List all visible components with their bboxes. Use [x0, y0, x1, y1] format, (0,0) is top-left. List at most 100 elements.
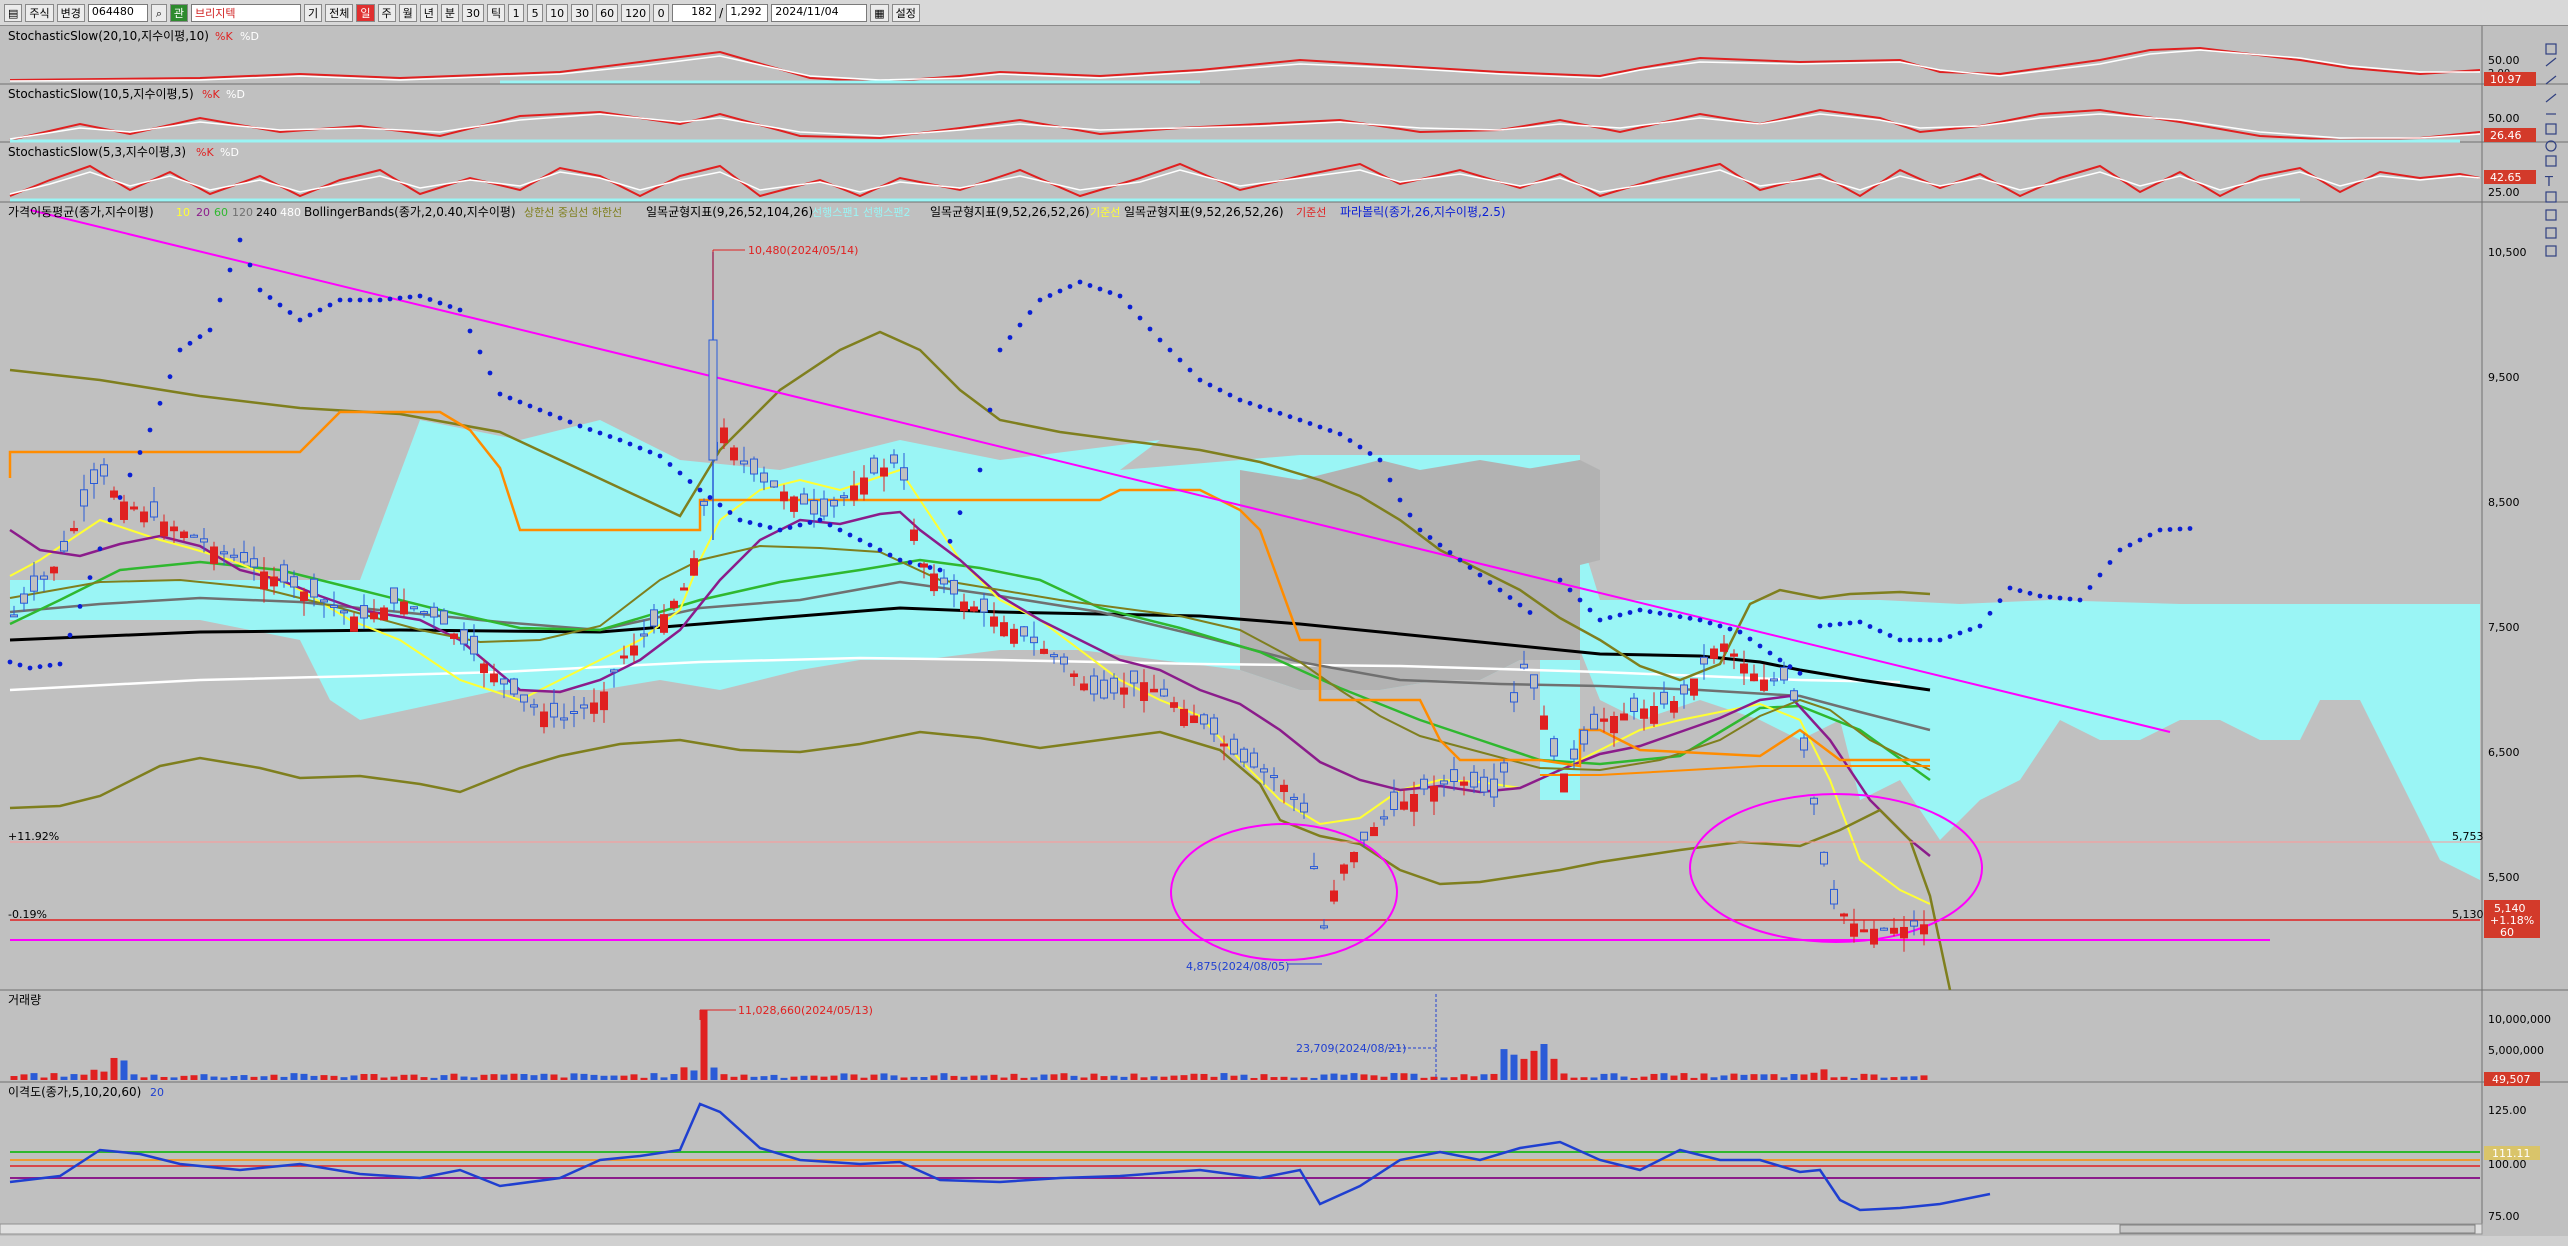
psar-dot	[1607, 615, 1613, 620]
item-info-button[interactable]: 기	[304, 3, 323, 22]
period-year-button[interactable]: 년	[419, 3, 438, 22]
psar-dot	[1867, 624, 1873, 629]
psar-dot	[1217, 387, 1223, 393]
toolbar-menu-button[interactable]: ▤	[4, 3, 23, 22]
stoch2-k-label: %K	[202, 88, 220, 101]
interval-10-button[interactable]: 10	[546, 3, 569, 22]
volume-bar	[770, 1074, 778, 1080]
volume-bar	[80, 1074, 88, 1080]
volume-bar	[660, 1077, 668, 1080]
stock-name-field[interactable]: 브리지텍	[191, 3, 302, 22]
date-input[interactable]: 2024/11/04	[771, 3, 868, 22]
volume-bar	[1770, 1074, 1778, 1080]
volume-bar	[1380, 1076, 1388, 1080]
psar-dot	[1277, 410, 1283, 416]
stock-chart-canvas[interactable]: StochasticSlow(20,10,지수이평,10) %K %D 50.0…	[0, 26, 2568, 1246]
psar-dot	[117, 495, 123, 500]
volume-bar	[1530, 1050, 1538, 1080]
stoch2-tick-1: 50.00	[2488, 112, 2520, 125]
volume-bar	[980, 1075, 988, 1080]
horizontal-scrollbar[interactable]	[0, 1223, 2483, 1235]
psar-dot	[527, 403, 533, 409]
calendar-icon[interactable]: ▦	[870, 3, 889, 22]
volume-bar	[600, 1075, 608, 1080]
price-legend-ichi2-line: 기준선	[1090, 206, 1120, 219]
stoch3-tick-1: 25.00	[2488, 186, 2520, 199]
scrollbar-thumb[interactable]	[2119, 1224, 2476, 1234]
psar-dot	[1267, 407, 1273, 413]
search-icon[interactable]: ⌕	[150, 3, 167, 22]
volume-bar	[1830, 1077, 1838, 1080]
period-tick-button[interactable]: 틱	[487, 3, 506, 22]
psar-dot	[2017, 588, 2023, 594]
interval-1-button[interactable]: 1	[508, 3, 525, 22]
psar-dot	[1777, 657, 1783, 663]
psar-dot	[297, 317, 303, 323]
interval-5-button[interactable]: 5	[527, 3, 544, 22]
volume-bar	[1490, 1073, 1498, 1080]
psar-dot	[1577, 597, 1583, 603]
volume-bar	[700, 1010, 708, 1080]
volume-bar	[270, 1074, 278, 1080]
volume-bar	[960, 1076, 968, 1080]
volume-bar	[1150, 1076, 1158, 1080]
period-30-button[interactable]: 30	[462, 3, 485, 22]
volume-bar	[1650, 1073, 1658, 1080]
psar-dot	[247, 262, 253, 268]
volume-bar	[1710, 1077, 1718, 1080]
volume-bar	[720, 1074, 728, 1080]
volume-bar	[50, 1073, 58, 1080]
period-month-button[interactable]: 월	[398, 3, 417, 22]
psar-dot	[1937, 637, 1943, 643]
period-day-button[interactable]: 일	[356, 3, 375, 22]
psar-dot	[777, 527, 783, 533]
price-candle	[510, 677, 518, 697]
interval-60-button[interactable]: 60	[596, 3, 619, 22]
psar-dot	[1437, 542, 1443, 548]
psar-dot	[417, 293, 423, 299]
settings-button[interactable]: 설정	[891, 3, 920, 22]
volume-bar	[350, 1075, 358, 1080]
volume-bar	[550, 1074, 558, 1080]
volume-bar	[790, 1076, 798, 1080]
disparity-period: 20	[150, 1086, 164, 1099]
period-week-button[interactable]: 주	[377, 3, 396, 22]
stock-code-input[interactable]: 064480	[87, 3, 148, 22]
count-input[interactable]: 182	[672, 3, 717, 22]
volume-bar	[1070, 1075, 1078, 1080]
market-select[interactable]: 주식	[25, 3, 54, 22]
price-legend-ichi3-line: 기준선	[1296, 206, 1326, 219]
psar-dot	[347, 297, 353, 303]
all-button[interactable]: 전체	[325, 3, 354, 22]
interval-30-button[interactable]: 30	[571, 3, 594, 22]
last-diff-badge: 60	[2500, 926, 2514, 939]
volume-bar	[1000, 1077, 1008, 1080]
psar-dot	[1067, 284, 1073, 289]
psar-dot	[2087, 585, 2093, 590]
volume-bar	[1040, 1074, 1048, 1080]
psar-dot	[1037, 297, 1043, 303]
total-count-field: 1,292	[726, 3, 769, 22]
psar-dot	[707, 495, 713, 500]
psar-dot	[1167, 347, 1173, 353]
period-minute-button[interactable]: 분	[440, 3, 460, 22]
volume-bar	[1220, 1073, 1228, 1080]
volume-bar	[710, 1067, 718, 1080]
psar-dot	[1307, 421, 1313, 426]
volume-bar	[1660, 1073, 1668, 1080]
interval-0-button[interactable]: 0	[653, 3, 670, 22]
related-button[interactable]: 관	[169, 3, 189, 22]
psar-dot	[1327, 428, 1333, 433]
mode-select[interactable]: 변경	[56, 3, 85, 22]
volume-bar	[360, 1073, 368, 1080]
volume-bar	[1850, 1077, 1858, 1080]
psar-dot	[927, 565, 933, 570]
interval-120-button[interactable]: 120	[621, 3, 651, 22]
psar-dot	[107, 517, 113, 523]
volume-bar	[750, 1076, 758, 1080]
psar-dot	[1567, 587, 1573, 593]
psar-dot	[277, 302, 283, 308]
volume-bar	[200, 1074, 208, 1080]
psar-dot	[2057, 595, 2063, 601]
volume-bar	[1240, 1074, 1248, 1080]
